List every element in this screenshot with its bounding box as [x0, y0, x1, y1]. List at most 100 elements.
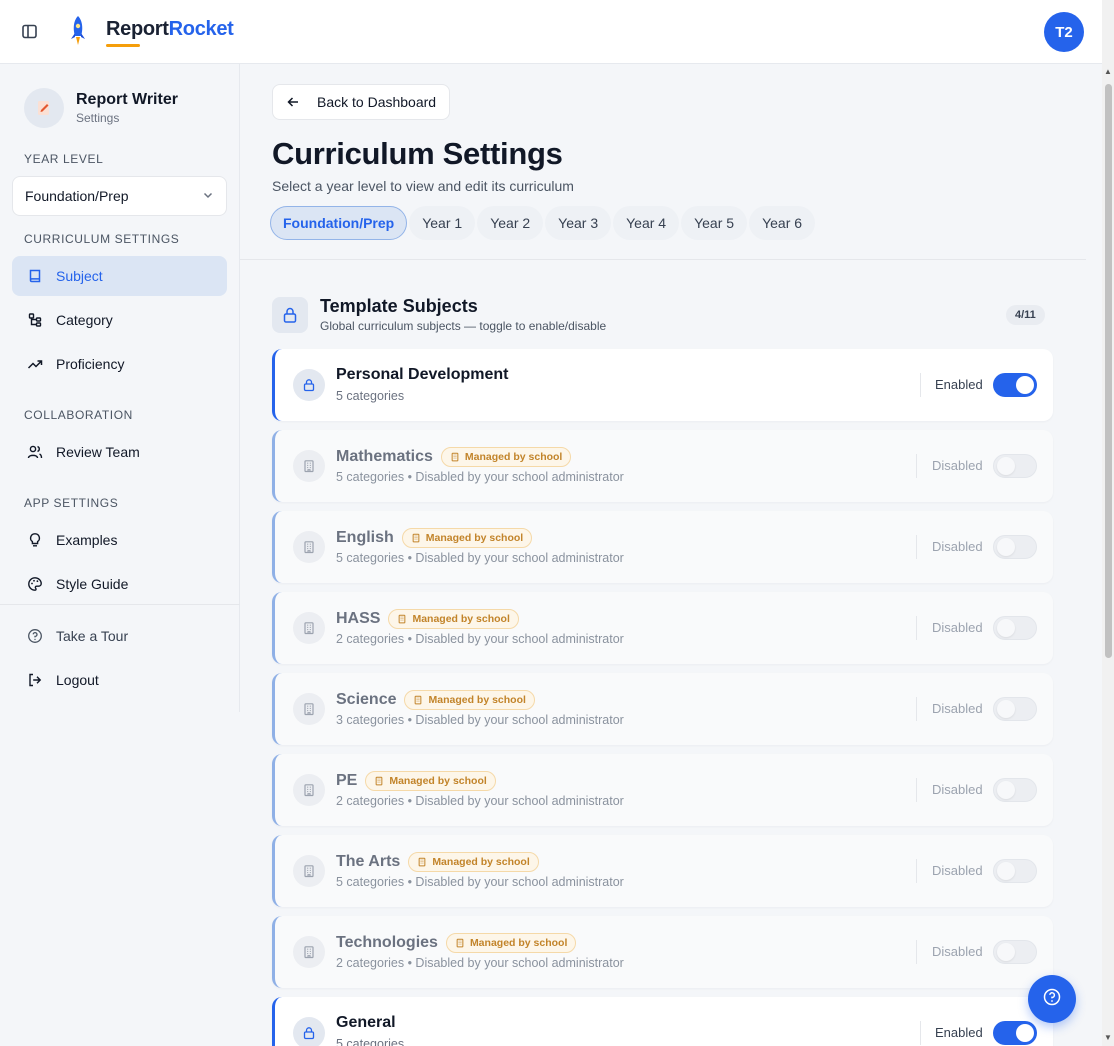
help-button[interactable] [1028, 975, 1076, 1023]
sidebar-divider [0, 604, 240, 605]
subject-toggle [993, 940, 1037, 964]
tab-year-2[interactable]: Year 2 [477, 206, 544, 240]
back-label: Back to Dashboard [317, 94, 437, 110]
year-level-select[interactable]: Foundation/Prep [12, 176, 227, 216]
building-icon [397, 614, 407, 624]
managed-by-school-badge: Managed by school [388, 609, 519, 629]
managed-badge-label: Managed by school [469, 937, 568, 949]
toggle-knob [1016, 376, 1034, 394]
lock-icon [293, 369, 325, 401]
toggle-knob [997, 700, 1015, 718]
sidebar-item-style-guide[interactable]: Style Guide [12, 564, 227, 604]
sidebar-subtitle: Settings [76, 111, 120, 125]
building-icon [293, 531, 325, 563]
sidebar-item-logout[interactable]: Logout [12, 660, 227, 700]
divider [240, 259, 1086, 260]
sidebar-item-review-team[interactable]: Review Team [12, 432, 227, 472]
subject-count-badge: 4/11 [1006, 305, 1045, 325]
managed-badge-label: Managed by school [425, 532, 524, 544]
page-title: Curriculum Settings [272, 136, 563, 171]
logo-underline [106, 44, 140, 47]
scroll-up-arrow-icon[interactable]: ▲ [1104, 68, 1112, 76]
tab-foundation-prep[interactable]: Foundation/Prep [270, 206, 408, 240]
managed-badge-label: Managed by school [432, 856, 530, 868]
tab-year-3[interactable]: Year 3 [545, 206, 612, 240]
subject-meta: 5 categories • Disabled by your school a… [336, 875, 624, 889]
subject-card: Technologies Managed by school 2 categorie… [272, 916, 1053, 988]
sidebar-item-label: Take a Tour [56, 628, 129, 644]
sidebar-item-proficiency[interactable]: Proficiency [12, 344, 227, 384]
divider [916, 535, 917, 559]
subject-card: PE Managed by school 2 categories • Disabl… [272, 754, 1053, 826]
template-subjects-header: Template Subjects Global curriculum subj… [272, 296, 606, 333]
rocket-logo-icon [71, 16, 85, 45]
app-logo[interactable]: ReportRocket [66, 14, 234, 48]
subject-toggle [993, 778, 1037, 802]
subject-meta: 3 categories • Disabled by your school a… [336, 713, 624, 727]
help-circle-icon [1042, 987, 1062, 1012]
building-icon [450, 452, 460, 462]
scroll-down-arrow-icon[interactable]: ▼ [1104, 1034, 1112, 1042]
scrollbar-thumb[interactable] [1105, 84, 1112, 658]
sidebar-item-category[interactable]: Category [12, 300, 227, 340]
subject-name: Personal Development [336, 366, 509, 383]
section-subtitle: Global curriculum subjects — toggle to e… [320, 319, 607, 333]
sidebar: Report Writer Settings YEAR LEVEL Founda… [0, 64, 240, 712]
subject-name: HASS [336, 610, 381, 627]
logo-text-rocket: Rocket [168, 17, 234, 40]
subject-meta: 5 categories [336, 1037, 405, 1046]
toggle-knob [997, 781, 1015, 799]
toggle-knob [997, 862, 1015, 880]
tab-year-4[interactable]: Year 4 [613, 206, 680, 240]
subject-meta: 5 categories [336, 389, 405, 403]
help-circle-icon [26, 627, 44, 645]
toggle-knob [997, 538, 1015, 556]
year-level-heading: YEAR LEVEL [24, 152, 104, 166]
sidebar-item-subject[interactable]: Subject [12, 256, 227, 296]
sidebar-item-label: Proficiency [56, 356, 125, 372]
sidebar-item-label: Category [56, 312, 113, 328]
managed-by-school-badge: Managed by school [365, 771, 496, 791]
subject-meta: 5 categories • Disabled by your school a… [336, 551, 624, 565]
tab-year-1[interactable]: Year 1 [409, 206, 476, 240]
sidebar-toggle-icon[interactable] [20, 22, 40, 42]
subject-name: General [336, 1014, 396, 1031]
subject-toggle[interactable] [993, 1021, 1037, 1045]
divider [916, 697, 917, 721]
building-icon [293, 450, 325, 482]
sidebar-item-take-a-tour[interactable]: Take a Tour [12, 616, 227, 656]
subject-card: HASS Managed by school 2 categories • Disa… [272, 592, 1053, 664]
sidebar-title: Report Writer [76, 91, 178, 108]
sidebar-item-label: Subject [56, 268, 103, 284]
managed-badge-label: Managed by school [412, 613, 510, 625]
building-icon [293, 693, 325, 725]
logout-icon [26, 671, 44, 689]
subject-toggle [993, 616, 1037, 640]
managed-by-school-badge: Managed by school [440, 447, 572, 467]
page-scrollbar[interactable]: ▲ ▼ [1102, 0, 1114, 1046]
year-tabs: Foundation/Prep Year 1 Year 2 Year 3 Yea… [270, 206, 817, 240]
book-icon [26, 267, 44, 285]
lightbulb-icon [26, 531, 44, 549]
subject-toggle[interactable] [993, 373, 1037, 397]
curriculum-settings-heading: CURRICULUM SETTINGS [24, 232, 180, 246]
tab-year-6[interactable]: Year 6 [749, 206, 816, 240]
tab-year-5[interactable]: Year 5 [681, 206, 748, 240]
chevron-down-icon [202, 188, 214, 204]
subject-name: English [336, 529, 394, 546]
subject-toggle [993, 535, 1037, 559]
subject-status: Disabled [932, 944, 983, 959]
sidebar-item-examples[interactable]: Examples [12, 520, 227, 560]
collaboration-heading: COLLABORATION [24, 408, 133, 422]
subject-meta: 2 categories • Disabled by your school a… [336, 956, 624, 970]
back-to-dashboard-button[interactable]: Back to Dashboard [272, 84, 451, 120]
subject-status: Disabled [932, 539, 983, 554]
managed-by-school-badge: Managed by school [408, 852, 539, 872]
managed-badge-label: Managed by school [428, 694, 526, 706]
building-icon [411, 533, 421, 543]
avatar[interactable]: T2 [1044, 12, 1084, 52]
subject-meta: 5 categories • Disabled by your school a… [336, 470, 624, 484]
managed-by-school-badge: Managed by school [404, 690, 535, 710]
divider [916, 454, 917, 478]
subject-name: Science [336, 691, 397, 708]
